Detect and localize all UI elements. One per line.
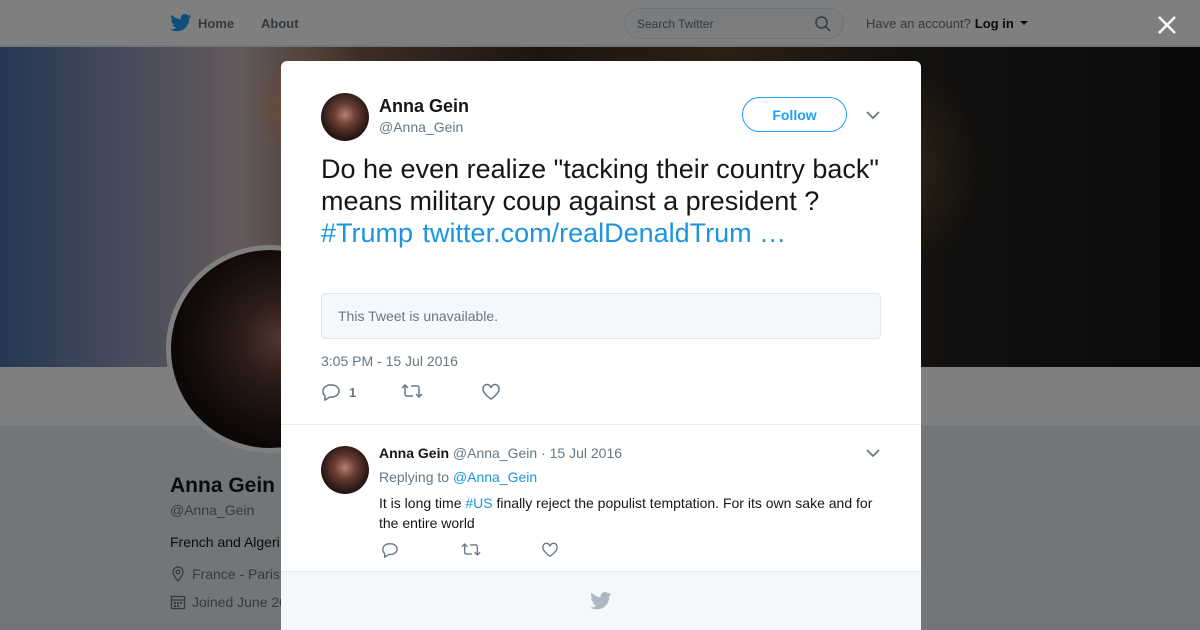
author-handle[interactable]: @Anna_Gein <box>379 119 463 135</box>
reply-text: It is long time #US finally reject the p… <box>379 493 884 533</box>
reply-author-name[interactable]: Anna Gein <box>379 445 449 461</box>
reply-date[interactable]: · 15 Jul 2016 <box>541 445 622 461</box>
reply-button[interactable] <box>381 542 399 558</box>
retweet-icon <box>401 383 423 399</box>
tweet-timestamp[interactable]: 3:05 PM - 15 Jul 2016 <box>321 353 458 369</box>
tweet-url-link[interactable]: twitter.com/realDenaldTrum … <box>423 218 787 248</box>
reply-header: Anna Gein @Anna_Gein · 15 Jul 2016 <box>379 445 622 461</box>
author-avatar[interactable] <box>321 93 369 141</box>
author-name[interactable]: Anna Gein <box>379 96 469 117</box>
reply-text-before: It is long time <box>379 495 462 511</box>
replying-to-prefix: Replying to <box>379 469 450 485</box>
quoted-tweet-unavailable: This Tweet is unavailable. <box>321 293 881 339</box>
replying-to-link[interactable]: @Anna_Gein <box>453 469 537 485</box>
reply-author-handle[interactable]: @Anna_Gein <box>453 445 537 461</box>
reply-button[interactable]: 1 <box>321 383 356 401</box>
retweet-button[interactable] <box>461 542 481 557</box>
chevron-down-icon[interactable] <box>863 105 883 125</box>
tweet-hashtag-link[interactable]: #Trump <box>321 218 413 248</box>
reply-hashtag-link[interactable]: #US <box>465 495 492 511</box>
replying-to: Replying to @Anna_Gein <box>379 469 537 485</box>
reply-count: 1 <box>349 384 357 400</box>
tweet-text: Do he even realize "tacking their countr… <box>321 153 881 249</box>
retweet-button[interactable] <box>401 383 423 399</box>
tweet-modal: Anna Gein @Anna_Gein Follow Do he even r… <box>281 61 921 630</box>
reply-icon <box>322 384 340 401</box>
retweet-icon <box>461 543 481 556</box>
like-icon <box>542 542 558 558</box>
like-icon <box>482 383 500 400</box>
tweet-text-body: Do he even realize "tacking their countr… <box>321 154 879 216</box>
divider <box>281 424 921 425</box>
close-icon[interactable] <box>1152 10 1182 40</box>
twitter-bird-icon <box>590 592 612 610</box>
follow-button[interactable]: Follow <box>742 97 847 132</box>
chevron-down-icon[interactable] <box>863 443 883 463</box>
like-button[interactable] <box>541 542 559 558</box>
modal-footer <box>281 571 921 630</box>
reply-icon <box>382 543 398 558</box>
reply-author-avatar[interactable] <box>321 446 369 494</box>
like-button[interactable] <box>481 383 501 401</box>
